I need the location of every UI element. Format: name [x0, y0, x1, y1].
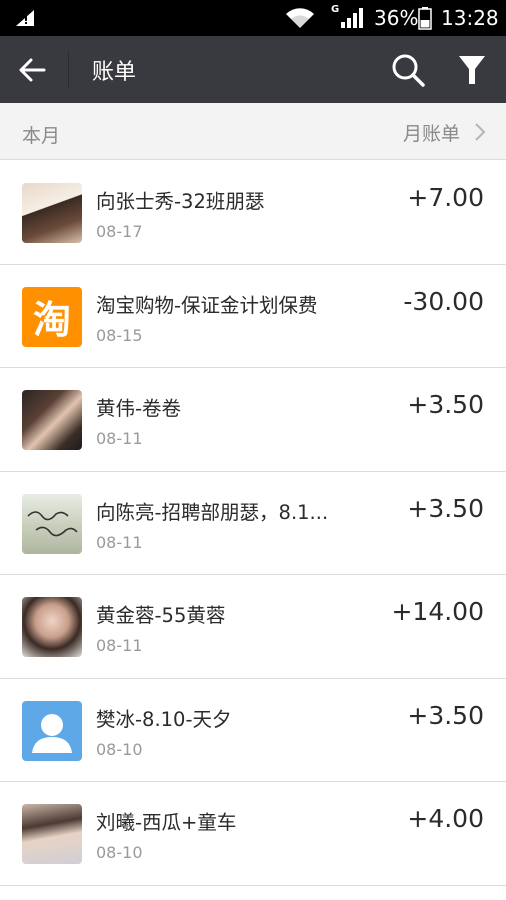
transaction-date: 08-15	[96, 325, 143, 345]
transaction-title: 黄伟-卷卷	[96, 397, 182, 420]
user-silhouette-icon	[32, 713, 72, 753]
signal-icon	[341, 8, 363, 28]
clock: 13:28	[441, 6, 499, 30]
transaction-row[interactable]: 淘 淘宝购物-保证金计划保费 08-15 -30.00	[0, 264, 506, 368]
transaction-title: 樊冰-8.10-天夕	[96, 707, 232, 731]
filter-icon[interactable]	[456, 52, 488, 88]
transaction-date: 08-11	[96, 532, 143, 552]
transaction-title: 黄金蓉-55黄蓉	[96, 604, 226, 627]
network-type: G	[331, 4, 340, 15]
search-icon[interactable]	[390, 52, 426, 88]
transaction-title: 向张士秀-32班朋瑟	[96, 190, 265, 213]
transaction-date: 08-10	[96, 739, 143, 759]
transaction-date: 08-11	[96, 429, 143, 448]
transaction-date: 08-11	[96, 636, 143, 655]
month-label: 本月	[22, 125, 61, 147]
chevron-right-icon	[475, 123, 486, 141]
monthly-bill-label: 月账单	[402, 122, 460, 145]
transaction-row[interactable]: 刘曦-西瓜+童车 08-10 +4.00	[0, 782, 506, 886]
transaction-row[interactable]: 向陈亮-招聘部朋瑟，8.1... 08-11 +3.50	[0, 471, 506, 575]
status-bar: G 36% 13:28	[0, 0, 506, 36]
transaction-title: 刘曦-西瓜+童车	[96, 811, 237, 834]
avatar	[22, 804, 82, 864]
transaction-list: 向张士秀-32班朋瑟 08-17 +7.00 淘 淘宝购物-保证金计划保费 08…	[0, 161, 506, 886]
avatar	[22, 493, 82, 554]
battery-icon	[418, 7, 432, 30]
avatar	[22, 183, 82, 243]
page-title: 账单	[92, 60, 137, 85]
transaction-date: 08-17	[96, 222, 143, 241]
avatar	[22, 390, 82, 450]
taobao-logo-text: 淘	[32, 298, 71, 342]
transaction-row[interactable]: 樊冰-8.10-天夕 08-10 +3.50	[0, 678, 506, 782]
avatar	[22, 597, 82, 657]
back-arrow-icon[interactable]	[16, 54, 50, 86]
transaction-amount: +3.50	[407, 390, 484, 419]
transaction-row[interactable]: 向张士秀-32班朋瑟 08-17 +7.00	[0, 161, 506, 265]
monthly-bill-link[interactable]: 月账单	[403, 117, 488, 147]
transaction-row[interactable]: 黄伟-卷卷 08-11 +3.50	[0, 368, 506, 472]
title-divider	[68, 52, 69, 88]
title-bar: 账单	[0, 36, 506, 103]
handwriting-avatar-art	[27, 510, 78, 536]
transaction-amount: +3.50	[407, 700, 484, 730]
transaction-title: 淘宝购物-保证金计划保费	[96, 293, 318, 317]
transaction-amount: +7.00	[407, 183, 484, 212]
taobao-logo-icon: 淘	[22, 286, 82, 347]
month-section-header: 本月 月账单	[0, 103, 506, 160]
transaction-date: 08-10	[96, 843, 143, 862]
transaction-amount: +14.00	[391, 597, 484, 626]
transaction-amount: -30.00	[403, 286, 484, 316]
wifi-icon	[286, 8, 314, 28]
transaction-amount: +4.00	[407, 804, 484, 833]
default-user-icon	[22, 700, 82, 761]
transaction-title: 向陈亮-招聘部朋瑟，8.1...	[96, 500, 329, 524]
sim-alert-icon	[16, 10, 34, 26]
battery-percent: 36%	[374, 6, 419, 30]
transaction-row[interactable]: 黄金蓉-55黄蓉 08-11 +14.00	[0, 575, 506, 679]
transaction-amount: +3.50	[407, 493, 484, 523]
